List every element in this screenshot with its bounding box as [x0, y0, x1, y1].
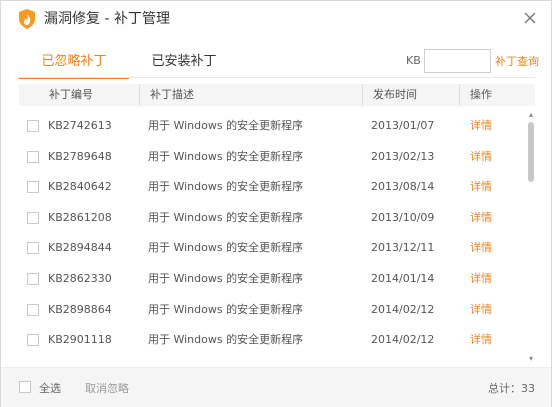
select-all-label[interactable]: 全选 [39, 380, 61, 396]
table-row: KB2898864 用于 Windows 的安全更新程序 2014/02/12 … [19, 294, 524, 325]
table-row: KB2742613 用于 Windows 的安全更新程序 2013/01/07 … [19, 110, 524, 141]
patch-date: 2013/08/14 [371, 180, 435, 194]
patch-date: 2014/02/12 [371, 333, 435, 347]
vertical-scrollbar[interactable]: ▴ ▾ [527, 110, 535, 366]
table-row: KB2861208 用于 Windows 的安全更新程序 2013/10/09 … [19, 202, 524, 233]
row-checkbox[interactable] [27, 303, 39, 316]
table-header: 补丁编号 补丁描述 发布时间 操作 [19, 84, 535, 106]
kb-prefix-label: KB [406, 54, 421, 67]
patch-desc: 用于 Windows 的安全更新程序 [148, 180, 304, 194]
cancel-ignore-button[interactable]: 取消忽略 [85, 380, 129, 396]
patch-date: 2013/02/13 [371, 149, 435, 163]
details-link[interactable]: 详情 [470, 302, 492, 318]
table-row: KB2901118 用于 Windows 的安全更新程序 2014/02/12 … [19, 324, 524, 355]
row-checkbox[interactable] [27, 334, 39, 347]
title-bar: 漏洞修复 - 补丁管理 [1, 1, 551, 37]
total-count: 总计：33 [488, 382, 535, 395]
header-action: 操作 [459, 84, 535, 106]
header-release-date: 发布时间 [362, 84, 459, 106]
patch-date: 2013/12/11 [371, 241, 435, 255]
window-title: 漏洞修复 - 补丁管理 [44, 11, 170, 27]
details-link[interactable]: 详情 [470, 179, 492, 195]
tab-ignored-patches[interactable]: 已忽略补丁 [19, 45, 129, 79]
table-row: KB2789648 用于 Windows 的安全更新程序 2013/02/13 … [19, 141, 524, 172]
tab-divider [19, 77, 535, 78]
patch-manager-window: 漏洞修复 - 补丁管理 已忽略补丁 已安装补丁 KB 补丁查询 补丁编号 补丁描… [0, 0, 552, 407]
scroll-up-icon[interactable]: ▴ [527, 110, 535, 120]
table-row: KB2894844 用于 Windows 的安全更新程序 2013/12/11 … [19, 232, 524, 263]
details-link[interactable]: 详情 [470, 271, 492, 287]
tab-installed-patches[interactable]: 已安装补丁 [129, 45, 239, 78]
row-checkbox[interactable] [27, 120, 39, 132]
patch-id: KB2901118 [48, 333, 112, 347]
select-all-checkbox[interactable] [19, 381, 31, 393]
details-link[interactable]: 详情 [470, 210, 492, 226]
patch-id: KB2894844 [48, 241, 112, 255]
scroll-thumb[interactable] [528, 122, 534, 182]
kb-search-input[interactable] [424, 49, 491, 73]
patch-desc: 用于 Windows 的安全更新程序 [148, 333, 304, 347]
header-patch-id: 补丁编号 [49, 88, 93, 101]
patch-date: 2013/10/09 [371, 210, 435, 224]
table-row: KB2840642 用于 Windows 的安全更新程序 2013/08/14 … [19, 171, 524, 202]
patch-desc: 用于 Windows 的安全更新程序 [148, 119, 304, 132]
patch-date: 2014/02/12 [371, 302, 435, 316]
patch-id: KB2840642 [48, 180, 112, 194]
patch-desc: 用于 Windows 的安全更新程序 [148, 149, 304, 163]
row-checkbox[interactable] [27, 211, 39, 224]
patch-id: KB2898864 [48, 302, 112, 316]
row-checkbox[interactable] [27, 273, 39, 285]
patch-desc: 用于 Windows 的安全更新程序 [148, 241, 304, 255]
scroll-down-icon[interactable]: ▾ [527, 354, 535, 364]
details-link[interactable]: 详情 [470, 240, 492, 256]
details-link[interactable]: 详情 [470, 118, 492, 134]
patch-id: KB2861208 [48, 210, 112, 224]
patch-desc: 用于 Windows 的安全更新程序 [148, 210, 304, 224]
details-link[interactable]: 详情 [470, 332, 492, 348]
details-link[interactable]: 详情 [470, 149, 492, 165]
patch-list: KB2742613 用于 Windows 的安全更新程序 2013/01/07 … [19, 110, 524, 366]
shield-fire-icon [19, 9, 35, 29]
row-checkbox[interactable] [27, 242, 39, 255]
patch-id: KB2789648 [48, 149, 112, 163]
row-checkbox[interactable] [27, 181, 39, 194]
patch-date: 2013/01/07 [371, 119, 435, 132]
row-checkbox[interactable] [27, 150, 39, 163]
patch-id: KB2862330 [48, 272, 112, 285]
patch-id: KB2742613 [48, 119, 112, 132]
patch-query-button[interactable]: 补丁查询 [495, 53, 539, 69]
patch-date: 2014/01/14 [371, 272, 435, 285]
table-row: KB2862330 用于 Windows 的安全更新程序 2014/01/14 … [19, 263, 524, 294]
footer-bar: 全选 取消忽略 总计：33 [1, 367, 551, 407]
header-patch-desc: 补丁描述 [139, 84, 362, 106]
patch-desc: 用于 Windows 的安全更新程序 [148, 302, 304, 316]
close-icon[interactable] [519, 7, 541, 29]
patch-desc: 用于 Windows 的安全更新程序 [148, 272, 304, 285]
